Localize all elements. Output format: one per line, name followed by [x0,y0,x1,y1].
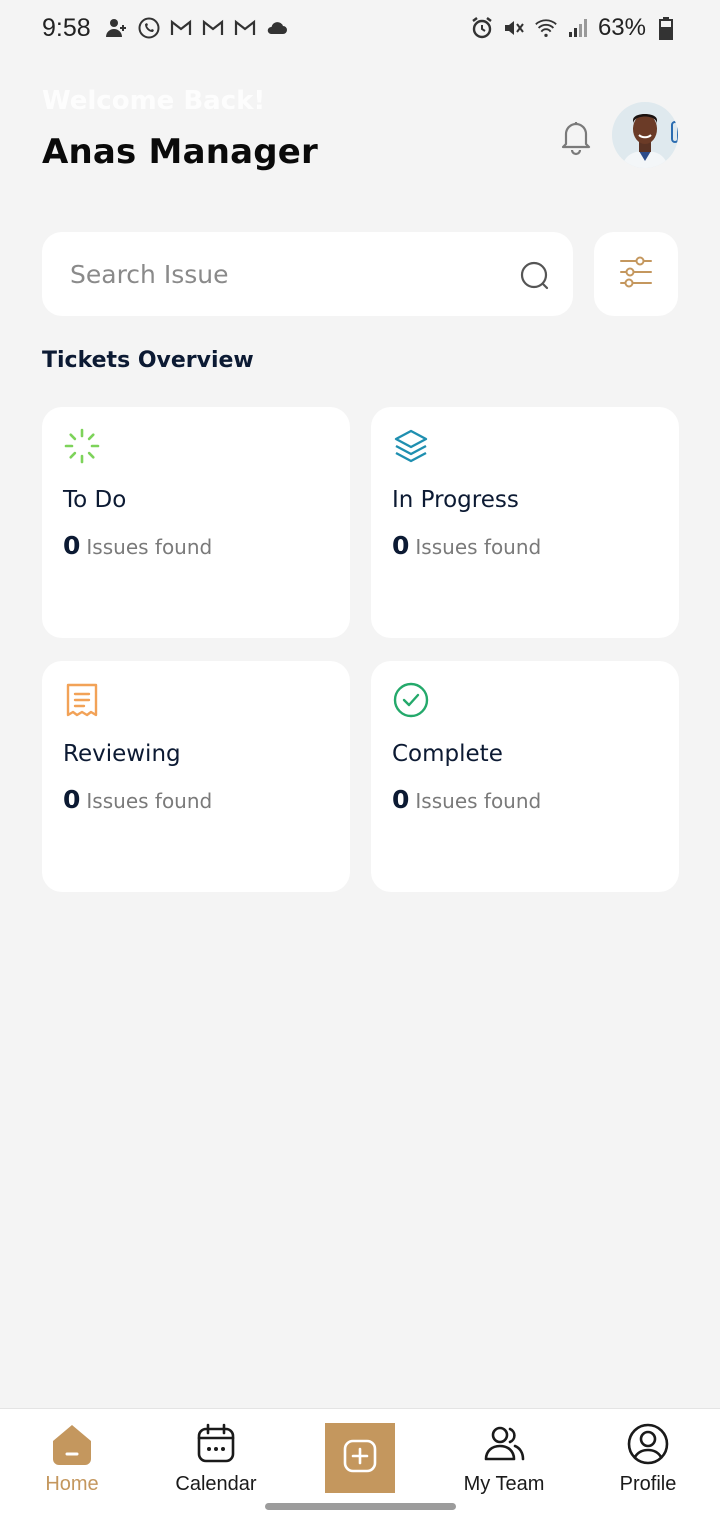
nav-item-home[interactable]: Home [12,1421,132,1501]
issue-count-label: Issues found [415,789,542,813]
search-box [42,232,573,316]
welcome-text: Welcome Back! [42,86,266,116]
page-title: Anas Manager [42,132,319,172]
nav-label: My Team [463,1473,545,1495]
gmail-icon [201,16,225,40]
calendar-icon [193,1421,239,1467]
home-icon [49,1421,95,1467]
nav-label: Calendar [175,1473,257,1495]
issue-count: 0 [392,785,410,814]
ticket-card-reviewing[interactable]: Reviewing 0 Issues found [42,661,350,892]
nav-label: Profile [619,1473,677,1495]
whatsapp-icon [137,16,161,40]
issue-count: 0 [392,531,410,560]
section-title: Tickets Overview [42,348,254,373]
signal-icon [566,16,590,40]
avatar[interactable] [612,102,678,168]
issue-count-label: Issues found [415,535,542,559]
battery-icon [654,16,678,40]
status-right: 63% [470,14,678,42]
nav-item-my-team[interactable]: My Team [444,1421,564,1501]
issue-count-label: Issues found [86,535,213,559]
cloud-icon [265,16,289,40]
notification-bell-icon[interactable] [556,116,596,156]
gesture-bar[interactable] [265,1503,456,1510]
alarm-icon [470,16,494,40]
receipt-icon [63,681,101,719]
search-icon[interactable] [519,260,553,294]
card-count-row: 0 Issues found [63,785,329,814]
add-contact-icon [105,16,129,40]
ticket-card-in-progress[interactable]: In Progress 0 Issues found [371,407,679,638]
battery-percent: 63% [597,14,646,41]
status-bar: 9:58 63% [0,0,720,56]
filter-button[interactable] [594,232,678,316]
add-button[interactable] [325,1423,395,1493]
search-input[interactable] [70,259,519,289]
team-icon [481,1421,527,1467]
check-circle-icon [392,681,430,719]
issue-count: 0 [63,531,81,560]
card-title: Complete [392,741,503,767]
card-count-row: 0 Issues found [392,785,658,814]
card-title: Reviewing [63,741,181,767]
card-title: In Progress [392,487,519,513]
card-count-row: 0 Issues found [392,531,658,560]
issue-count-label: Issues found [86,789,213,813]
nav-item-calendar[interactable]: Calendar [156,1421,276,1501]
profile-icon [625,1421,671,1467]
status-time: 9:58 [42,13,91,42]
gmail-icon [233,16,257,40]
wifi-icon [534,16,558,40]
issue-count: 0 [63,785,81,814]
card-count-row: 0 Issues found [63,531,329,560]
add-icon [343,1439,377,1477]
loader-icon [63,427,101,465]
status-left: 9:58 [42,14,289,43]
nav-item-profile[interactable]: Profile [588,1421,708,1501]
mute-icon [502,16,526,40]
filter-sliders-icon [618,254,654,294]
nav-label: Home [45,1473,99,1495]
ticket-card-todo[interactable]: To Do 0 Issues found [42,407,350,638]
ticket-card-complete[interactable]: Complete 0 Issues found [371,661,679,892]
layers-icon [392,427,430,465]
gmail-icon [169,16,193,40]
card-title: To Do [63,487,127,513]
